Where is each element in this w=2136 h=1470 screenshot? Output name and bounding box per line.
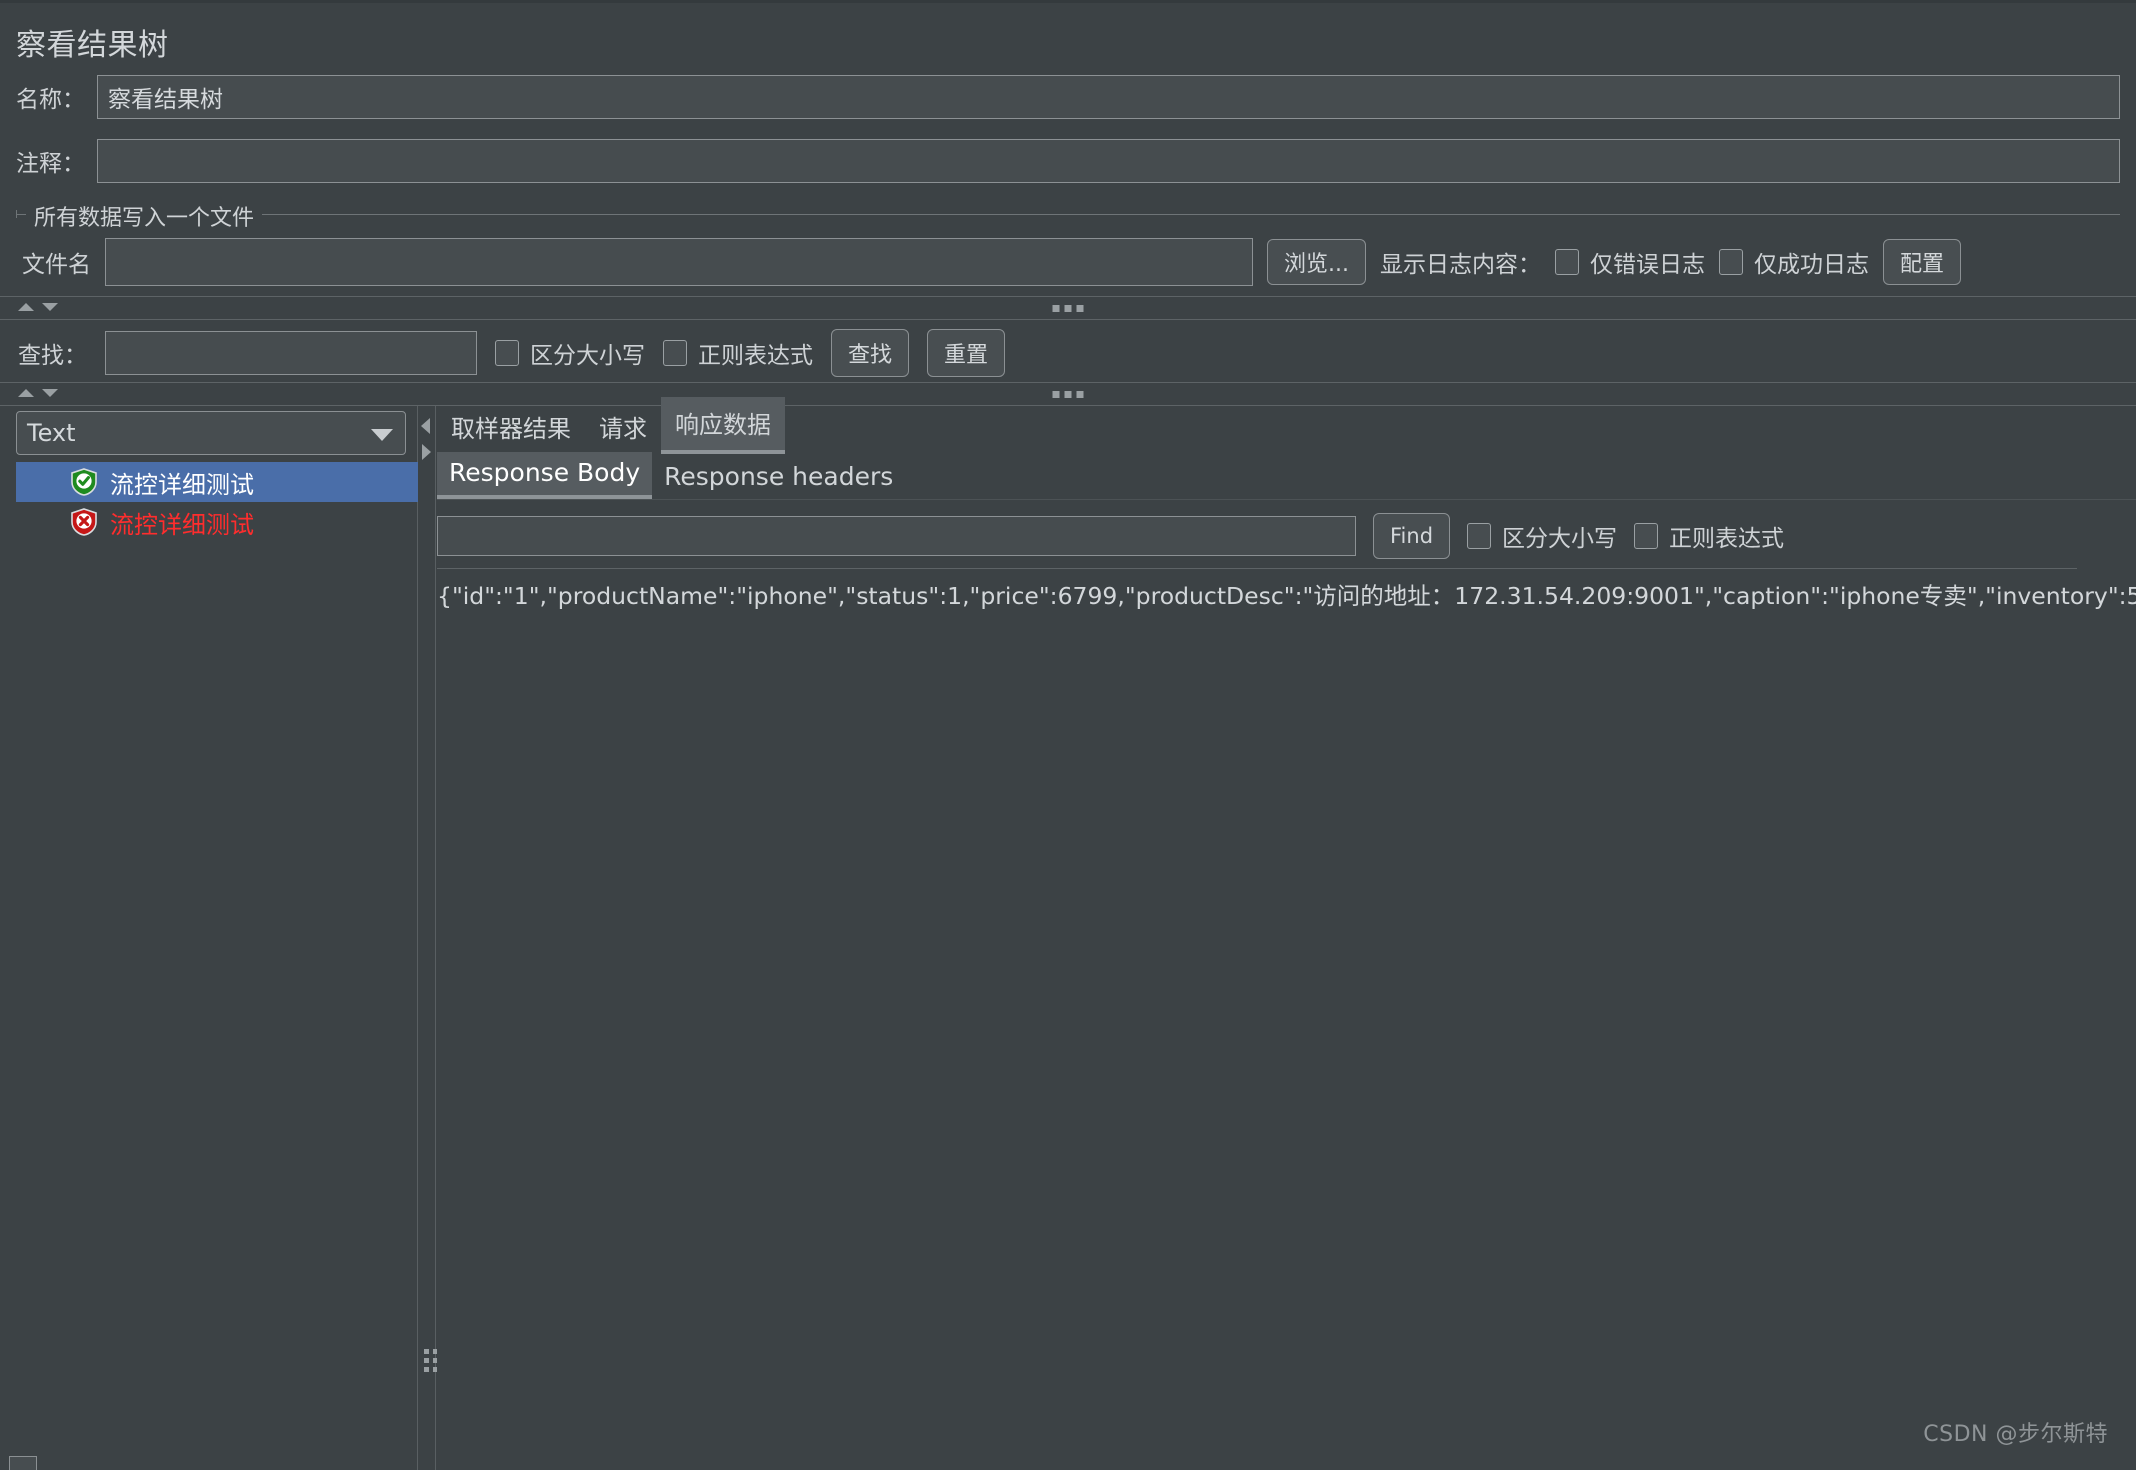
chevron-up-icon[interactable] — [18, 303, 34, 311]
collapse-left-icon[interactable] — [421, 418, 430, 434]
collapse-arrows-bottom[interactable] — [18, 389, 58, 397]
errors-only-checkbox-wrap[interactable]: 仅错误日志 — [1555, 245, 1705, 279]
comment-input[interactable] — [97, 139, 2120, 183]
errors-only-label: 仅错误日志 — [1590, 245, 1705, 279]
renderer-select[interactable]: Text — [16, 411, 406, 455]
search-case-sensitive-wrap[interactable]: 区分大小写 — [495, 336, 645, 370]
tab-request[interactable]: 请求 — [585, 401, 661, 454]
jmeter-view-results-tree-panel: 察看结果树 名称： 察看结果树 注释： 所有数据写入一个文件 文件名 浏览...… — [0, 0, 2136, 1470]
search-toolbar: 查找： 区分大小写 正则表达式 查找 重置 — [0, 325, 2136, 381]
results-tree-pane: Text 流控详细测试 — [0, 406, 418, 1470]
filename-input[interactable] — [105, 238, 1253, 286]
search-reset-button[interactable]: 重置 — [927, 329, 1005, 377]
response-sub-tabs: Response Body Response headers — [437, 454, 2136, 500]
response-find-toolbar: Find 区分大小写 正则表达式 — [437, 512, 2136, 560]
chevron-down-icon[interactable] — [371, 429, 393, 441]
error-shield-icon — [70, 508, 98, 536]
response-case-sensitive-checkbox[interactable] — [1467, 523, 1491, 549]
tree-item-success[interactable]: 流控详细测试 — [16, 462, 418, 502]
result-detail-pane: 取样器结果 请求 响应数据 Response Body Response hea… — [437, 406, 2136, 1470]
watermark: CSDN @步尔斯特 — [1923, 1416, 2108, 1448]
name-label: 名称： — [16, 80, 85, 114]
comment-label: 注释： — [16, 144, 85, 178]
search-regex-wrap[interactable]: 正则表达式 — [663, 336, 813, 370]
results-split-area: Text 流控详细测试 — [0, 406, 2136, 1470]
response-divider — [437, 568, 2077, 569]
tab-response-headers[interactable]: Response headers — [652, 456, 905, 499]
response-case-sensitive-label: 区分大小写 — [1502, 519, 1617, 553]
response-body-text[interactable]: {"id":"1","productName":"iphone","status… — [437, 580, 2136, 1440]
chevron-down-icon[interactable] — [42, 389, 58, 397]
write-all-data-to-file-group: 所有数据写入一个文件 文件名 浏览... 显示日志内容： 仅错误日志 仅成功日志… — [16, 200, 2120, 290]
search-case-sensitive-checkbox[interactable] — [495, 340, 519, 366]
group-body: 文件名 浏览... 显示日志内容： 仅错误日志 仅成功日志 配置 — [16, 238, 2120, 286]
tab-response-body[interactable]: Response Body — [437, 452, 652, 499]
configure-button[interactable]: 配置 — [1883, 239, 1961, 285]
response-find-input[interactable] — [437, 516, 1356, 556]
tree-item-failed[interactable]: 流控详细测试 — [16, 502, 418, 542]
response-find-button[interactable]: Find — [1373, 513, 1450, 559]
splitter-grip[interactable] — [424, 1349, 438, 1372]
collapse-bar-bottom[interactable] — [0, 382, 2136, 406]
response-regex-label: 正则表达式 — [1669, 519, 1784, 553]
name-input[interactable]: 察看结果树 — [97, 75, 2120, 119]
results-tree[interactable]: 流控详细测试 流控详细测试 — [16, 462, 418, 542]
errors-only-checkbox[interactable] — [1555, 249, 1579, 275]
browse-button[interactable]: 浏览... — [1267, 239, 1366, 285]
response-regex-checkbox[interactable] — [1634, 523, 1658, 549]
bottom-left-control-stub[interactable] — [9, 1456, 37, 1470]
filename-label: 文件名 — [22, 245, 91, 279]
group-legend: 所有数据写入一个文件 — [26, 200, 262, 232]
comment-row: 注释： — [16, 139, 2120, 183]
group-border-tick — [16, 210, 17, 218]
success-shield-icon — [70, 468, 98, 496]
tree-item-label: 流控详细测试 — [110, 505, 254, 540]
search-regex-checkbox[interactable] — [663, 340, 687, 366]
tab-sampler-result[interactable]: 取样器结果 — [437, 401, 585, 454]
search-case-sensitive-label: 区分大小写 — [530, 336, 645, 370]
collapse-right-icon[interactable] — [422, 444, 431, 460]
chevron-up-icon[interactable] — [18, 389, 34, 397]
response-case-sensitive-wrap[interactable]: 区分大小写 — [1467, 519, 1617, 553]
search-regex-label: 正则表达式 — [698, 336, 813, 370]
renderer-select-value: Text — [27, 419, 76, 447]
search-input[interactable] — [105, 331, 477, 375]
success-only-checkbox-wrap[interactable]: 仅成功日志 — [1719, 245, 1869, 279]
collapse-arrows-top[interactable] — [18, 303, 58, 311]
drag-grip-top[interactable] — [1053, 305, 1084, 312]
drag-grip-bottom[interactable] — [1053, 391, 1084, 398]
page-title: 察看结果树 — [16, 20, 169, 64]
search-find-button[interactable]: 查找 — [831, 329, 909, 377]
name-row: 名称： 察看结果树 — [16, 75, 2120, 119]
top-edge-line — [0, 0, 2136, 3]
success-only-label: 仅成功日志 — [1754, 245, 1869, 279]
log-content-label: 显示日志内容： — [1380, 245, 1541, 279]
detail-tabs: 取样器结果 请求 响应数据 — [437, 406, 2136, 454]
success-only-checkbox[interactable] — [1719, 249, 1743, 275]
response-regex-wrap[interactable]: 正则表达式 — [1634, 519, 1784, 553]
tree-item-label: 流控详细测试 — [110, 465, 254, 500]
tab-response-data[interactable]: 响应数据 — [661, 397, 785, 454]
collapse-bar-top[interactable] — [0, 296, 2136, 320]
pane-splitter[interactable] — [418, 406, 436, 1470]
group-border-line — [16, 214, 2120, 215]
search-label: 查找： — [18, 336, 87, 370]
chevron-down-icon[interactable] — [42, 303, 58, 311]
